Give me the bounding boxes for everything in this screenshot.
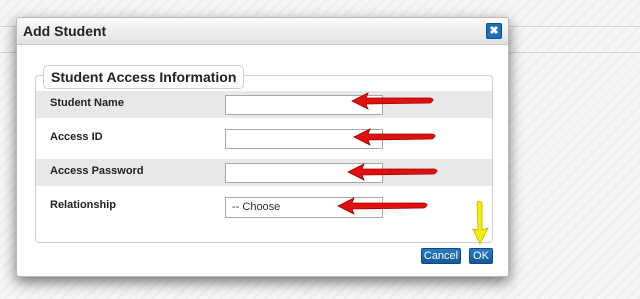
cancel-button[interactable]: Cancel [421,248,461,264]
access-password-row: Access Password [36,159,492,186]
access-id-input[interactable] [225,129,383,149]
dialog-titlebar[interactable]: Add Student ✖ [17,18,508,45]
access-password-label: Access Password [50,165,144,177]
access-password-input[interactable] [225,163,383,183]
ok-button[interactable]: OK [469,248,493,264]
student-name-label: Student Name [50,97,124,109]
relationship-row: Relationship -- Choose [36,193,492,220]
access-id-label: Access ID [50,131,103,143]
student-name-input[interactable] [225,95,383,115]
dialog-title: Add Student [23,23,107,39]
section-title: Student Access Information [43,65,245,89]
close-icon: ✖ [489,25,499,37]
relationship-label: Relationship [50,199,117,211]
relationship-select[interactable]: -- Choose [225,197,383,218]
close-button[interactable]: ✖ [486,23,502,39]
student-name-row: Student Name [36,91,492,118]
add-student-dialog: Add Student ✖ Student Access Information… [16,17,509,277]
access-id-row: Access ID [36,125,492,152]
